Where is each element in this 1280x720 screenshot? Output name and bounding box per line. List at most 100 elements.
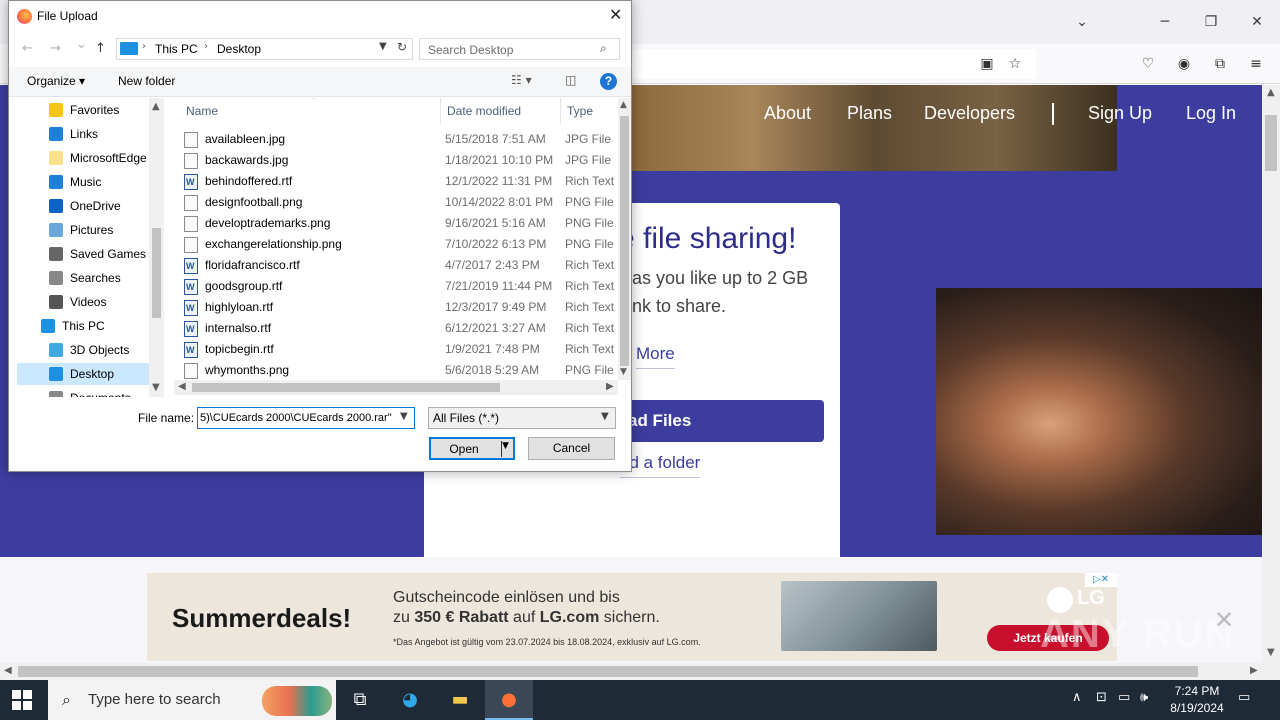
address-breadcrumb[interactable]: › This PC › Desktop ▼ ↻: [116, 38, 413, 60]
upload-files-button[interactable]: ad Files: [600, 400, 824, 442]
page-vertical-scrollbar[interactable]: ▲ ▼: [1262, 85, 1280, 663]
recent-locations-icon[interactable]: ⌄: [76, 37, 87, 52]
file-row[interactable]: internalso.rtf 6/12/2021 3:27 AM Rich Text: [184, 318, 624, 340]
file-list-vertical-scrollbar[interactable]: ▲ ▼: [618, 98, 631, 380]
learn-more-link[interactable]: More: [636, 344, 675, 369]
nav-item[interactable]: OneDrive: [17, 195, 157, 217]
ad-banner[interactable]: Summerdeals! Gutscheincode einlösen und …: [147, 573, 1117, 661]
column-divider[interactable]: [440, 98, 441, 124]
nav-item[interactable]: Videos: [17, 291, 157, 313]
breadcrumb-separator[interactable]: ›: [142, 41, 146, 52]
file-row[interactable]: designfootball.png 10/14/2022 8:01 PM PNG …: [184, 192, 624, 213]
file-row[interactable]: developtrademarks.png 9/16/2021 5:16 AM PN…: [184, 213, 624, 234]
nav-item[interactable]: MicrosoftEdge: [17, 147, 157, 169]
column-header-date[interactable]: Date modified: [447, 104, 521, 118]
file-scroll-left-icon[interactable]: ◀: [178, 381, 186, 392]
file-type-dropdown-icon[interactable]: ▼: [601, 411, 609, 422]
file-row[interactable]: whymonths.png 5/6/2018 5:29 AM PNG File: [184, 360, 624, 381]
nav-item[interactable]: Saved Games: [17, 243, 157, 265]
nav-sign-up[interactable]: Sign Up: [1088, 103, 1152, 124]
extensions-icon[interactable]: ⧉: [1208, 52, 1232, 76]
task-view-icon[interactable]: ⧉: [336, 680, 384, 720]
column-divider[interactable]: [560, 98, 561, 124]
file-hscroll-thumb[interactable]: [192, 383, 500, 392]
file-row[interactable]: backawards.jpg 1/18/2021 10:10 PM JPG File: [184, 150, 624, 171]
breadcrumb-this-pc[interactable]: This PC: [155, 42, 198, 56]
file-row[interactable]: behindoffered.rtf 12/1/2022 11:31 PM Rich …: [184, 171, 624, 193]
nav-item[interactable]: Links: [17, 123, 157, 145]
file-scroll-down-icon[interactable]: ▼: [620, 367, 627, 377]
page-hscroll-thumb[interactable]: [18, 666, 1198, 677]
preview-pane-icon[interactable]: ◫: [565, 73, 576, 87]
address-dropdown-icon[interactable]: ▼: [379, 41, 387, 52]
nav-item[interactable]: Music: [17, 171, 157, 193]
file-vscroll-thumb[interactable]: [620, 116, 629, 366]
view-options-icon[interactable]: ☷ ▾: [511, 73, 532, 87]
upload-folder-link[interactable]: ad a folder: [620, 453, 701, 478]
tray-overflow-icon[interactable]: ∧: [1072, 690, 1082, 705]
file-row[interactable]: topicbegin.rtf 1/9/2021 7:48 PM Rich Text: [184, 339, 624, 361]
file-name-input[interactable]: [200, 410, 394, 426]
close-window-button[interactable]: ✕: [1243, 8, 1271, 36]
page-horizontal-scrollbar[interactable]: ◀ ▶: [0, 663, 1280, 680]
close-ad-icon[interactable]: ✕: [1214, 606, 1234, 634]
tab-list-chevron-icon[interactable]: ⌄: [1068, 8, 1096, 36]
scroll-right-icon[interactable]: ▶: [1250, 665, 1258, 676]
help-icon[interactable]: ?: [600, 73, 617, 90]
restore-button[interactable]: ❐: [1197, 8, 1225, 36]
nav-item[interactable]: Favorites: [17, 99, 157, 121]
taskbar-search-placeholder[interactable]: Type here to search: [88, 691, 221, 708]
file-row[interactable]: floridafrancisco.rtf 4/7/2017 2:43 PM Rich…: [184, 255, 624, 277]
breadcrumb-desktop[interactable]: Desktop: [217, 42, 261, 56]
nav-scroll-up-icon[interactable]: ▲: [152, 101, 160, 112]
minimize-button[interactable]: ─: [1151, 8, 1179, 36]
up-arrow-icon[interactable]: ↑: [95, 41, 106, 56]
nav-scroll-thumb[interactable]: [152, 228, 161, 318]
breadcrumb-separator[interactable]: ›: [204, 41, 208, 52]
scroll-down-icon[interactable]: ▼: [1267, 647, 1275, 658]
scroll-left-icon[interactable]: ◀: [4, 665, 12, 676]
ethernet-icon[interactable]: ▭: [1118, 690, 1130, 705]
file-name-dropdown-icon[interactable]: ▼: [400, 411, 408, 422]
nav-item[interactable]: This PC: [9, 315, 149, 337]
network-icon[interactable]: ⊡: [1096, 690, 1107, 705]
nav-log-in[interactable]: Log In: [1186, 103, 1236, 124]
dialog-search-box[interactable]: Search Desktop ⌕: [419, 38, 620, 60]
nav-item[interactable]: Desktop: [17, 363, 157, 385]
account-icon[interactable]: ◉: [1172, 52, 1196, 76]
cancel-button[interactable]: Cancel: [528, 437, 615, 460]
notifications-icon[interactable]: ▭: [1238, 690, 1250, 705]
file-list-horizontal-scrollbar[interactable]: ◀ ▶: [174, 380, 618, 395]
nav-developers[interactable]: Developers: [924, 103, 1015, 124]
file-scroll-right-icon[interactable]: ▶: [606, 381, 614, 392]
nav-about[interactable]: About: [764, 103, 811, 124]
scroll-up-icon[interactable]: ▲: [1267, 87, 1275, 98]
taskbar-clock[interactable]: 7:24 PM 8/19/2024: [1160, 683, 1234, 717]
file-row[interactable]: exchangerelationship.png 7/10/2022 6:13 P…: [184, 234, 624, 255]
open-button[interactable]: Open ▼: [429, 437, 515, 460]
firefox-icon[interactable]: ●: [485, 680, 533, 720]
nav-item[interactable]: Searches: [17, 267, 157, 289]
forward-arrow-icon[interactable]: →: [50, 41, 61, 56]
edge-icon[interactable]: ◕: [386, 680, 434, 720]
organize-menu-button[interactable]: Organize ▾: [27, 74, 85, 88]
nav-plans[interactable]: Plans: [847, 103, 892, 124]
nav-item[interactable]: Documents: [17, 387, 157, 397]
dialog-close-button[interactable]: ✕: [609, 5, 622, 24]
column-header-name[interactable]: Name: [186, 104, 218, 118]
page-vscroll-thumb[interactable]: [1265, 115, 1277, 171]
windows-start-icon[interactable]: [12, 690, 32, 710]
adchoices-icon[interactable]: ▷✕: [1085, 573, 1117, 587]
file-row[interactable]: goodsgroup.rtf 7/21/2019 11:44 PM Rich Tex…: [184, 276, 624, 298]
pocket-icon[interactable]: ♡: [1136, 52, 1160, 76]
bookmark-star-icon[interactable]: ☆: [1003, 52, 1027, 76]
nav-item[interactable]: Pictures: [17, 219, 157, 241]
column-header-type[interactable]: Type: [567, 104, 593, 118]
file-name-field[interactable]: ▼: [197, 407, 415, 429]
refresh-icon[interactable]: ↻: [397, 40, 407, 54]
file-row[interactable]: highlyloan.rtf 12/3/2017 9:49 PM Rich Text: [184, 297, 624, 319]
file-scroll-up-icon[interactable]: ▲: [620, 100, 627, 110]
nav-pane-scrollbar[interactable]: ▲ ▼: [149, 98, 164, 397]
file-explorer-icon[interactable]: ▬: [436, 680, 484, 720]
file-row[interactable]: availableen.jpg 5/15/2018 7:51 AM JPG File: [184, 129, 624, 150]
